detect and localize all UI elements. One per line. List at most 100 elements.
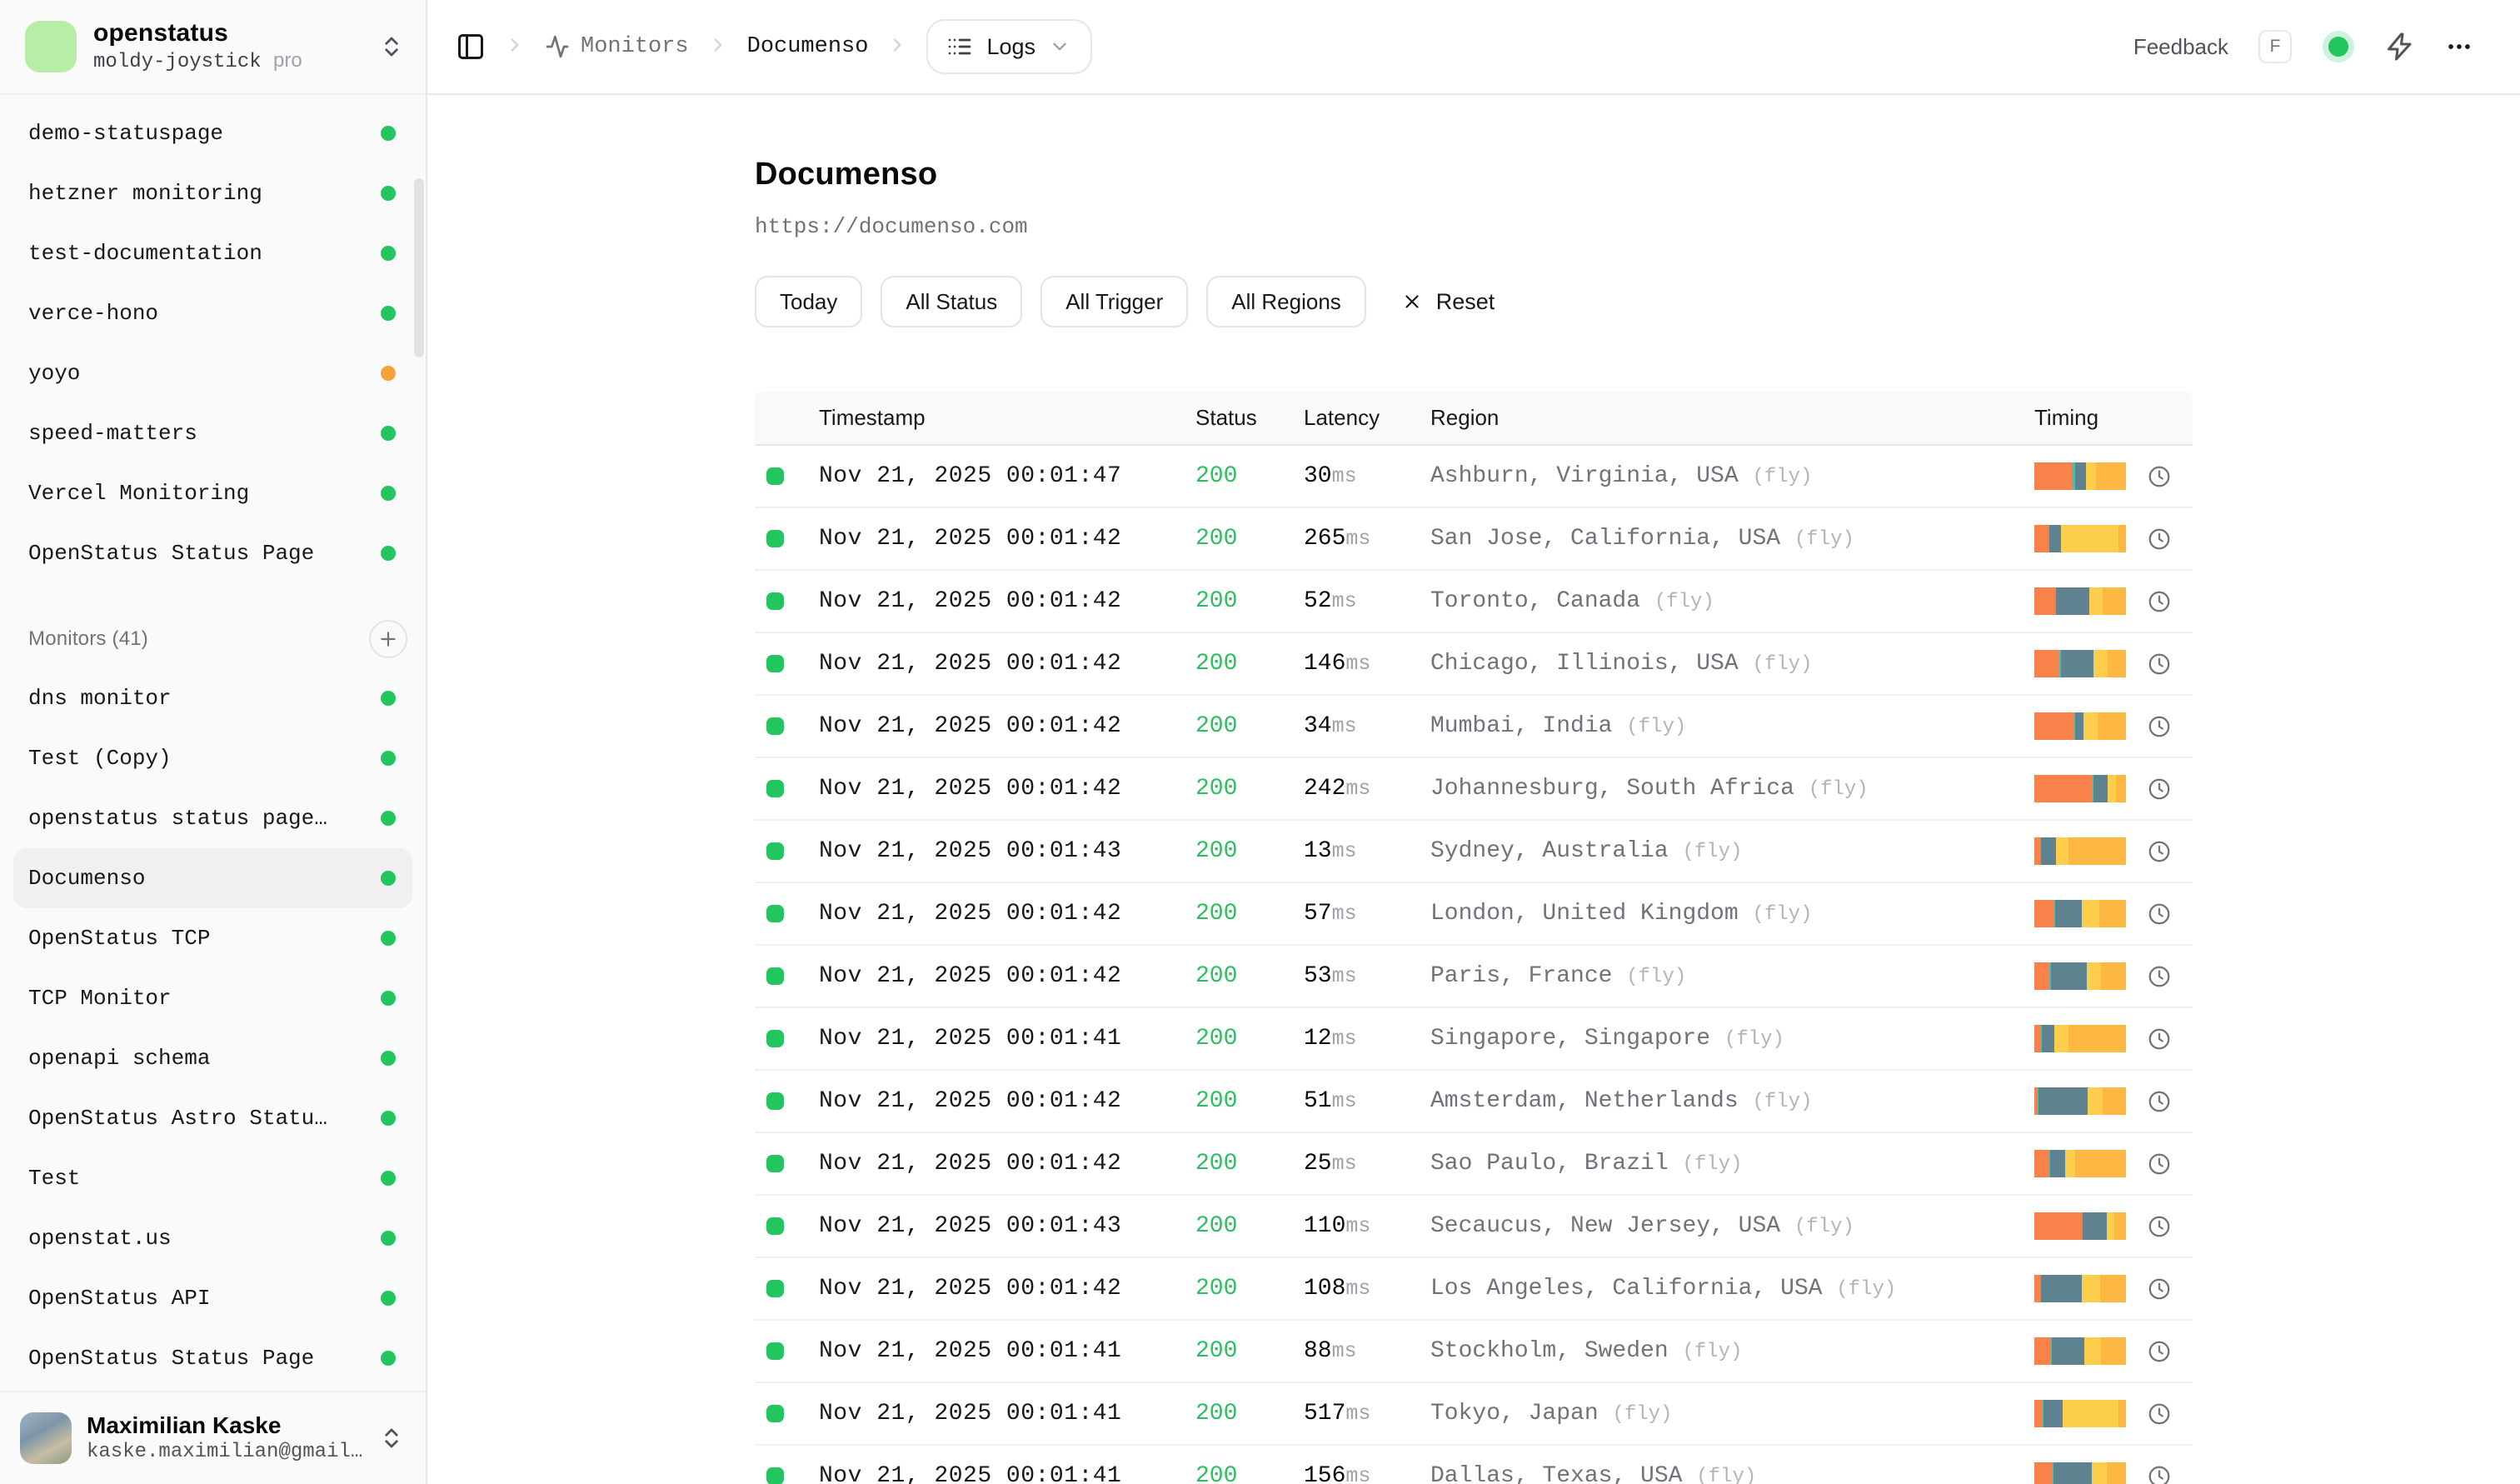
sidebar-item-openstatus-tcp[interactable]: OpenStatus TCP bbox=[13, 908, 412, 968]
success-status-square-icon bbox=[766, 1467, 784, 1484]
sidebar-scrollbar-thumb[interactable] bbox=[414, 178, 424, 357]
table-row[interactable]: Nov 21, 2025 00:01:4220034msMumbai, Indi… bbox=[755, 696, 2193, 758]
sidebar-item-vercel-monitoring[interactable]: Vercel Monitoring bbox=[13, 463, 412, 523]
sidebar-item-demo-statuspage[interactable]: demo-statuspage bbox=[13, 103, 412, 163]
cell-region: Singapore, Singapore (fly) bbox=[1430, 1026, 2034, 1052]
table-row[interactable]: Nov 21, 2025 00:01:4220057msLondon, Unit… bbox=[755, 883, 2193, 946]
sidebar-item-tcp-monitor[interactable]: TCP Monitor bbox=[13, 968, 412, 1028]
clock-icon[interactable] bbox=[2147, 902, 2172, 927]
sidebar-item-openstatus-status-page[interactable]: OpenStatus Status Page bbox=[13, 1328, 412, 1388]
clock-icon[interactable] bbox=[2147, 1027, 2172, 1052]
app: openstatus moldy-joystick pro demo-statu… bbox=[0, 0, 2520, 1484]
sidebar-item-openstatus-astro-statu[interactable]: OpenStatus Astro Statu… bbox=[13, 1088, 412, 1148]
clock-icon[interactable] bbox=[2147, 527, 2172, 552]
clock-icon[interactable] bbox=[2147, 1402, 2172, 1427]
clock-icon[interactable] bbox=[2147, 839, 2172, 864]
clock-icon[interactable] bbox=[2147, 964, 2172, 989]
table-row[interactable]: Nov 21, 2025 00:01:43200110msSecaucus, N… bbox=[755, 1196, 2193, 1258]
clock-icon[interactable] bbox=[2147, 777, 2172, 802]
clock-icon[interactable] bbox=[2147, 1339, 2172, 1364]
table-row[interactable]: Nov 21, 2025 00:01:4220025msSao Paulo, B… bbox=[755, 1133, 2193, 1196]
sidebar-item-hetzner-monitoring[interactable]: hetzner monitoring bbox=[13, 163, 412, 223]
latency-unit: ms bbox=[1345, 1277, 1370, 1301]
clock-icon[interactable] bbox=[2147, 464, 2172, 489]
timing-segment-transfer bbox=[2098, 712, 2126, 740]
filter-regions-button[interactable]: All Regions bbox=[1206, 276, 1366, 327]
clock-icon[interactable] bbox=[2147, 1152, 2172, 1177]
breadcrumb-monitors[interactable]: Monitors bbox=[544, 33, 689, 60]
sidebar-item-openstat-us[interactable]: openstat.us bbox=[13, 1208, 412, 1268]
cell-timestamp: Nov 21, 2025 00:01:42 bbox=[819, 901, 1195, 927]
table-row[interactable]: Nov 21, 2025 00:01:4220053msParis, Franc… bbox=[755, 946, 2193, 1008]
latency-unit: ms bbox=[1332, 589, 1357, 613]
table-row[interactable]: Nov 21, 2025 00:01:4220051msAmsterdam, N… bbox=[755, 1071, 2193, 1133]
user-menu[interactable]: Maximilian Kaske kaske.maximilian@gmail… bbox=[0, 1391, 426, 1484]
column-header-timing[interactable]: Timing bbox=[2034, 405, 2126, 431]
timing-segment-transfer bbox=[2118, 1400, 2126, 1427]
table-row[interactable]: Nov 21, 2025 00:01:4120088msStockholm, S… bbox=[755, 1321, 2193, 1383]
sidebar-item-yoyo[interactable]: yoyo bbox=[13, 343, 412, 403]
clock-icon[interactable] bbox=[2147, 652, 2172, 677]
column-header-status[interactable]: Status bbox=[1195, 405, 1304, 431]
view-switcher-logs-button[interactable]: Logs bbox=[926, 19, 1092, 74]
column-header-region[interactable]: Region bbox=[1430, 405, 2034, 431]
table-row[interactable]: Nov 21, 2025 00:01:41200156msDallas, Tex… bbox=[755, 1446, 2193, 1484]
monitor-item-label: OpenStatus Status Page bbox=[28, 1346, 314, 1371]
workspace-plan-badge: pro bbox=[273, 49, 302, 72]
cell-timestamp: Nov 21, 2025 00:01:42 bbox=[819, 588, 1195, 614]
table-row[interactable]: Nov 21, 2025 00:01:41200517msTokyo, Japa… bbox=[755, 1383, 2193, 1446]
sidebar-item-openstatus-api[interactable]: OpenStatus API bbox=[13, 1268, 412, 1328]
clock-icon[interactable] bbox=[2147, 1089, 2172, 1114]
sidebar-item-openstatus-status-page[interactable]: openstatus status page… bbox=[13, 788, 412, 848]
operational-status-dot bbox=[381, 306, 396, 321]
table-row[interactable]: Nov 21, 2025 00:01:42200242msJohannesbur… bbox=[755, 758, 2193, 821]
sidebar-toggle-button[interactable] bbox=[456, 32, 486, 62]
cell-timestamp: Nov 21, 2025 00:01:41 bbox=[819, 1338, 1195, 1364]
cell-status-code: 200 bbox=[1195, 463, 1304, 489]
more-menu-button[interactable] bbox=[2445, 32, 2473, 61]
sidebar-item-openstatus-status-page[interactable]: OpenStatus Status Page bbox=[13, 523, 412, 583]
sidebar-item-dns-monitor[interactable]: dns monitor bbox=[13, 668, 412, 728]
timing-segment-transfer bbox=[2099, 900, 2126, 927]
operational-status-dot bbox=[381, 486, 396, 501]
timing-segment-tls bbox=[2055, 900, 2082, 927]
clock-icon[interactable] bbox=[2147, 1214, 2172, 1239]
reset-filters-button[interactable]: Reset bbox=[1385, 276, 1512, 327]
sidebar-item-test-copy[interactable]: Test (Copy) bbox=[13, 728, 412, 788]
sidebar-item-verce-hono[interactable]: verce-hono bbox=[13, 283, 412, 343]
table-row[interactable]: Nov 21, 2025 00:01:4320013msSydney, Aust… bbox=[755, 821, 2193, 883]
feedback-link[interactable]: Feedback bbox=[2133, 34, 2228, 60]
monitor-item-label: TCP Monitor bbox=[28, 986, 172, 1011]
success-status-square-icon bbox=[766, 1280, 784, 1297]
table-row[interactable]: Nov 21, 2025 00:01:42200265msSan Jose, C… bbox=[755, 508, 2193, 571]
column-header-latency[interactable]: Latency bbox=[1304, 405, 1430, 431]
workspace-switcher[interactable]: openstatus moldy-joystick pro bbox=[0, 0, 426, 95]
table-header-row: Timestamp Status Latency Region Timing bbox=[755, 391, 2193, 446]
cell-latency: 110ms bbox=[1304, 1213, 1430, 1239]
sidebar-item-documenso[interactable]: Documenso bbox=[13, 848, 412, 908]
breadcrumb-monitor-name[interactable]: Documenso bbox=[747, 34, 869, 59]
timing-segment-dns bbox=[2034, 650, 2059, 677]
zap-icon[interactable] bbox=[2385, 32, 2415, 62]
table-row[interactable]: Nov 21, 2025 00:01:42200108msLos Angeles… bbox=[755, 1258, 2193, 1321]
column-header-timestamp[interactable]: Timestamp bbox=[819, 405, 1195, 431]
timing-segment-tls bbox=[2042, 1025, 2054, 1052]
table-row[interactable]: Nov 21, 2025 00:01:42200146msChicago, Il… bbox=[755, 633, 2193, 696]
sidebar-item-speed-matters[interactable]: speed-matters bbox=[13, 403, 412, 463]
chevron-right-icon bbox=[886, 34, 908, 60]
sidebar-item-test[interactable]: Test bbox=[13, 1148, 412, 1208]
filter-status-button[interactable]: All Status bbox=[881, 276, 1022, 327]
clock-icon[interactable] bbox=[2147, 1277, 2172, 1302]
clock-icon[interactable] bbox=[2147, 1464, 2172, 1484]
add-monitor-button[interactable] bbox=[369, 620, 407, 658]
sidebar-item-test-documentation[interactable]: test-documentation bbox=[13, 223, 412, 283]
clock-icon[interactable] bbox=[2147, 589, 2172, 614]
filter-date-button[interactable]: Today bbox=[755, 276, 862, 327]
table-row[interactable]: Nov 21, 2025 00:01:4720030msAshburn, Vir… bbox=[755, 446, 2193, 508]
filter-trigger-button[interactable]: All Trigger bbox=[1040, 276, 1188, 327]
clock-icon[interactable] bbox=[2147, 714, 2172, 739]
table-row[interactable]: Nov 21, 2025 00:01:4120012msSingapore, S… bbox=[755, 1008, 2193, 1071]
table-row[interactable]: Nov 21, 2025 00:01:4220052msToronto, Can… bbox=[755, 571, 2193, 633]
sidebar-item-openapi-schema[interactable]: openapi schema bbox=[13, 1028, 412, 1088]
status-pulse-dot[interactable] bbox=[2328, 37, 2348, 57]
